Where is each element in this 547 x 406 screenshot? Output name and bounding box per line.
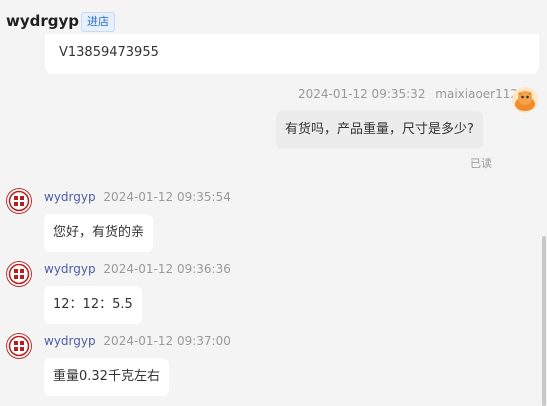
message-text: V13859473955: [59, 45, 159, 60]
previous-message-bubble: V13859473955: [45, 34, 539, 74]
sender-name: maixiaoer112: [435, 87, 519, 101]
message-timestamp: 2024-01-12 09:35:54: [103, 190, 231, 204]
sender-name: wydrgyp: [44, 334, 96, 348]
incoming-message-bubble: 您好，有货的亲: [44, 214, 154, 252]
shop-avatar[interactable]: [6, 261, 32, 287]
message-meta: 2024-01-12 09:35:32 maixiaoer112: [298, 87, 518, 101]
message-timestamp: 2024-01-12 09:36:36: [103, 262, 231, 276]
outgoing-message-bubble: 有货吗，产品重量，尺寸是多少?: [276, 111, 483, 149]
message-meta: wydrgyp 2024-01-12 09:35:54: [44, 190, 231, 204]
scrollbar[interactable]: [542, 236, 546, 406]
incoming-message-bubble: 重量0.32千克左右: [44, 358, 169, 396]
message-timestamp: 2024-01-12 09:37:00: [103, 334, 231, 348]
shop-avatar[interactable]: [6, 188, 32, 214]
incoming-message-bubble: 12：12：5.5: [44, 286, 142, 324]
shop-avatar[interactable]: [6, 333, 32, 359]
message-meta: wydrgyp 2024-01-12 09:36:36: [44, 262, 231, 276]
sender-name: wydrgyp: [44, 262, 96, 276]
sender-name: wydrgyp: [44, 190, 96, 204]
message-timestamp: 2024-01-12 09:35:32: [298, 87, 426, 101]
shop-name[interactable]: wydrgyp: [6, 12, 79, 30]
message-meta: wydrgyp 2024-01-12 09:37:00: [44, 334, 231, 348]
read-status: 已读: [470, 157, 492, 170]
enter-shop-button[interactable]: 进店: [81, 12, 115, 32]
user-avatar[interactable]: [512, 87, 538, 113]
